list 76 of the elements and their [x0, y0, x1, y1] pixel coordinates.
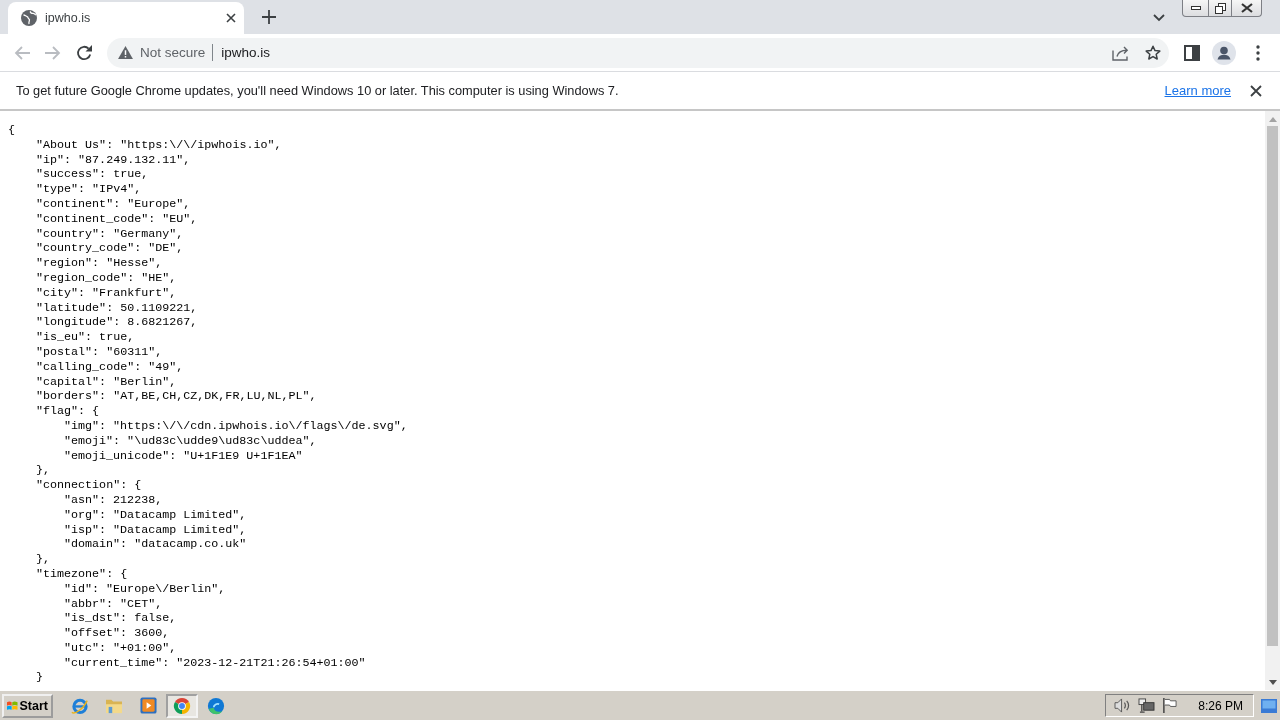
close-icon[interactable]	[1250, 84, 1262, 97]
browser-tab[interactable]: ipwho.is	[8, 2, 244, 34]
minimize-button[interactable]	[1182, 0, 1209, 17]
code-line: "ip": "87.249.132.11",	[36, 152, 191, 168]
code-line: "id": "Europe\/Berlin",	[64, 581, 226, 597]
avatar-icon[interactable]	[1212, 40, 1236, 65]
close-window-button[interactable]	[1232, 0, 1262, 17]
code-line: "latitude": 50.1109221,	[36, 300, 198, 316]
share-icon[interactable]	[1112, 44, 1130, 61]
code-line: "org": "Datacamp Limited",	[64, 507, 247, 523]
code-line: "is_dst": false,	[64, 611, 177, 627]
new-tab-plus-icon[interactable]	[262, 10, 276, 24]
code-line: "emoji_unicode": "U+1F1E9 U+1F1EA"	[64, 448, 303, 464]
code-line: "flag": {	[36, 404, 100, 419]
speaker-icon[interactable]	[1114, 698, 1132, 713]
code-line: "continent_code": "EU",	[36, 211, 198, 227]
restore-icon	[1214, 2, 1226, 14]
code-line: "abbr": "CET",	[64, 596, 163, 612]
flag-icon[interactable]	[1162, 698, 1178, 713]
code-line: "domain": "datacamp.co.uk"	[64, 537, 247, 553]
infobar-message: To get future Google Chrome updates, you'll need Windows 10 or later. This computer is using Windows 7.	[16, 83, 619, 98]
network-icon[interactable]	[1138, 698, 1156, 713]
code-line: "asn": 212238,	[64, 492, 163, 508]
code-line: "city": "Frankfurt",	[36, 285, 177, 301]
browser-icon	[71, 696, 89, 715]
scrollbar-track[interactable]	[1265, 111, 1280, 690]
clock-text[interactable]: 8:26 PM	[1198, 698, 1243, 713]
code-line: "current_time": "2023-12-21T21:26:54+01:00"	[64, 655, 366, 671]
code-line: "country": "Germany",	[36, 226, 184, 242]
code-line: {	[8, 123, 15, 138]
menu-icon[interactable]	[1256, 44, 1260, 61]
code-line: },	[36, 463, 51, 479]
code-line: "About Us": "https:\/\/ipwhois.io",	[36, 137, 282, 153]
code-line: "isp": "Datacamp Limited",	[64, 522, 247, 538]
scrollbar-thumb[interactable]	[1267, 126, 1278, 646]
address-bar[interactable]: Not secure ipwho.is	[107, 37, 1169, 68]
close-icon[interactable]	[226, 13, 236, 23]
code-line: "calling_code": "49",	[36, 359, 184, 375]
reload-icon[interactable]	[76, 44, 92, 61]
code-line: "longitude": 8.6821267,	[36, 315, 198, 331]
code-line: "country_code": "DE",	[36, 241, 184, 257]
code-line: "continent": "Europe",	[36, 197, 191, 212]
code-line: "capital": "Berlin",	[36, 374, 177, 390]
close-icon	[1240, 3, 1253, 13]
star-icon[interactable]	[1145, 44, 1161, 61]
learn-more-link[interactable]: Learn more	[1164, 83, 1231, 98]
code-line: "emoji": "\ud83c\udde9\ud83c\uddea",	[64, 433, 317, 449]
side-panel-icon[interactable]	[1184, 44, 1200, 61]
warning-icon	[118, 46, 133, 59]
folder-icon	[105, 697, 123, 714]
code-line: "postal": "60311",	[36, 344, 163, 360]
start-button[interactable]: Start	[2, 693, 53, 718]
globe-icon	[21, 10, 37, 26]
minimize-icon	[1190, 6, 1201, 10]
code-line: "is_eu": true,	[36, 330, 135, 345]
code-line: "img": "https:\/\/cdn.ipwhois.io\/flags\/de.svg",	[64, 418, 408, 434]
restore-button[interactable]	[1209, 0, 1232, 17]
code-line: "timezone": {	[36, 566, 128, 582]
security-chip[interactable]: Not secure	[118, 45, 206, 60]
code-line: "region_code": "HE",	[36, 270, 177, 286]
code-line: }	[36, 670, 43, 686]
code-line: "offset": 3600,	[64, 626, 170, 641]
code-line: "utc": "+01:00",	[64, 640, 177, 656]
code-line: },	[36, 552, 51, 567]
browser-icon	[173, 696, 191, 715]
code-line: "borders": "AT,BE,CH,CZ,DK,FR,LU,NL,PL",	[36, 389, 317, 405]
scroll-down-icon[interactable]	[1268, 680, 1277, 685]
code-line: "success": true,	[36, 167, 149, 183]
chevron-down-icon[interactable]	[1153, 14, 1165, 22]
taskbar-button[interactable]	[166, 693, 198, 718]
code-line: "connection": {	[36, 478, 142, 493]
code-line: "type": "IPv4",	[36, 182, 142, 197]
show-desktop-icon[interactable]	[1261, 698, 1277, 713]
browser-icon	[207, 696, 225, 715]
code-line: "region": "Hesse",	[36, 256, 163, 271]
play-icon	[139, 697, 157, 714]
